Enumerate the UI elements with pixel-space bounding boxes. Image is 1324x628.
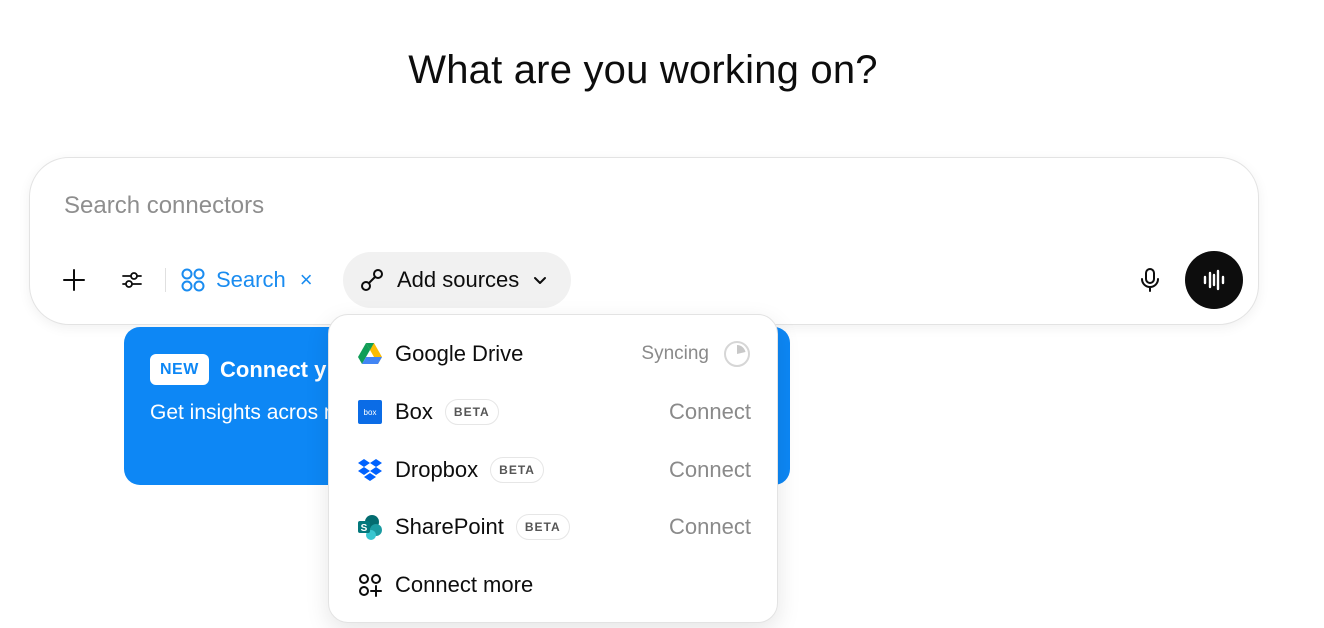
beta-badge: BETA [515,514,570,540]
chevron-down-icon [534,277,547,284]
sync-status: Syncing [641,340,751,368]
source-label: Google Drive [395,341,524,366]
add-button[interactable] [54,260,94,300]
new-badge: NEW [150,354,209,385]
sync-progress-icon [724,341,750,367]
source-label: SharePoint [395,514,504,539]
source-label: Box [395,399,433,424]
add-sources-label: Add sources [397,267,520,292]
sharepoint-icon: S [357,514,383,540]
beta-badge: BETA [444,399,499,425]
connect-more-icon [357,572,383,598]
microphone-button[interactable] [1130,260,1170,300]
add-sources-dropdown: Google Drive Syncing box Box BETA Connec… [328,314,778,623]
beta-badge: BETA [490,457,544,483]
source-dropbox[interactable]: Dropbox BETA Connect [329,442,777,498]
toolbar-divider [165,268,166,292]
plus-icon [63,269,85,291]
search-input[interactable] [64,188,964,224]
connect-button[interactable]: Connect [669,457,751,483]
link-icon [361,269,383,291]
sync-status-label: Syncing [641,343,709,364]
promo-title: Connect y [220,357,327,382]
connect-more-item[interactable]: Connect more [329,557,777,613]
close-icon[interactable]: × [300,267,313,293]
source-google-drive[interactable]: Google Drive Syncing [329,326,777,382]
google-drive-icon [357,341,383,367]
search-mode-icon [181,268,205,292]
add-sources-button[interactable]: Add sources [343,252,571,308]
voice-mode-button[interactable] [1185,251,1243,309]
microphone-icon [1141,268,1159,292]
search-chip[interactable]: Search × [180,260,313,300]
source-sharepoint[interactable]: S SharePoint BETA Connect [329,499,777,555]
sliders-icon [122,272,142,288]
connect-more-label: Connect more [395,572,534,597]
waveform-icon [1203,269,1225,291]
source-label: Dropbox [395,457,479,482]
svg-text:S: S [361,523,368,534]
svg-text:box: box [364,408,377,417]
connect-button[interactable]: Connect [669,399,751,425]
page-title: What are you working on? [408,48,878,92]
box-icon: box [357,399,383,425]
source-box[interactable]: box Box BETA Connect [329,384,777,440]
search-chip-label: Search [216,267,286,292]
composer: Search × Add sources [29,157,1259,325]
connect-button[interactable]: Connect [669,514,751,540]
dropbox-icon [357,457,383,483]
tools-button[interactable] [112,260,152,300]
